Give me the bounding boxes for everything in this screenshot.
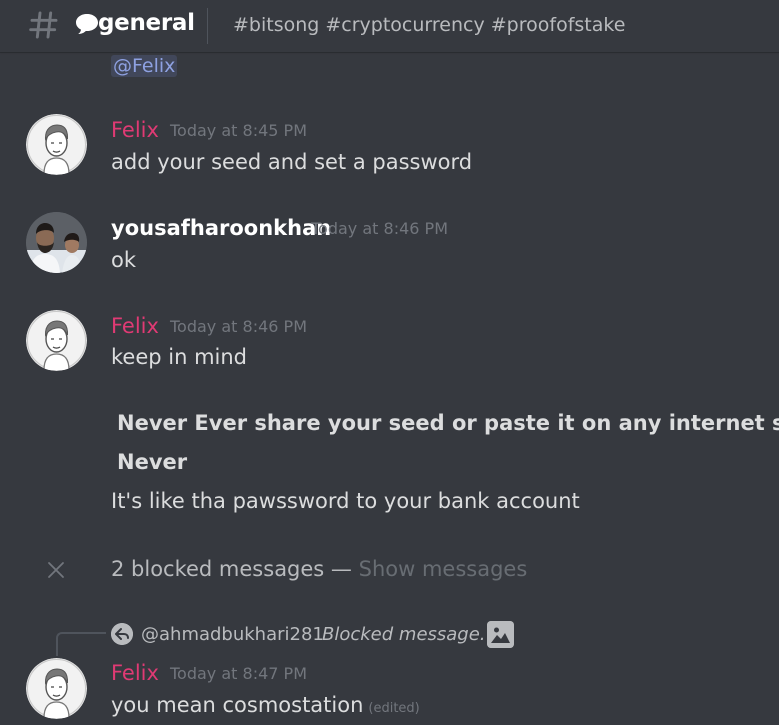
message-timestamp: Today at 8:45 PM xyxy=(170,121,307,140)
close-icon[interactable] xyxy=(47,561,65,579)
message-timestamp: Today at 8:46 PM xyxy=(311,219,448,238)
user-mention[interactable]: @Felix xyxy=(111,55,178,77)
message-text: add your seed and set a password xyxy=(111,150,473,174)
message-text: It's like tha pawssword to your bank acc… xyxy=(111,489,580,513)
message-bold-text: Never Ever share your seed or paste it o… xyxy=(117,411,779,435)
channel-header: general #bitsong #cryptocurrency #proofo… xyxy=(0,0,779,52)
avatar[interactable] xyxy=(26,658,87,719)
blocked-messages-notice: 2 blocked messages — Show messages xyxy=(111,555,527,583)
avatar[interactable] xyxy=(26,212,87,273)
discord-chat-view: general #bitsong #cryptocurrency #proofo… xyxy=(0,0,779,725)
reply-blocked-text[interactable]: Blocked message. xyxy=(322,623,486,647)
avatar[interactable] xyxy=(26,114,87,175)
message-timestamp: Today at 8:46 PM xyxy=(170,317,307,336)
blocked-messages-text: 2 blocked messages — xyxy=(111,557,352,581)
channel-topic[interactable]: #bitsong #cryptocurrency #proofofstake xyxy=(233,14,625,36)
reply-icon xyxy=(111,623,133,645)
message-timestamp: Today at 8:47 PM xyxy=(170,664,307,683)
message-author[interactable]: Felix xyxy=(111,660,159,686)
channel-name: general xyxy=(98,10,195,36)
speech-bubble-icon xyxy=(76,14,98,34)
edited-label: (edited) xyxy=(368,701,420,716)
show-messages-link[interactable]: Show messages xyxy=(359,557,528,581)
header-divider xyxy=(207,8,208,44)
message-text: keep in mind xyxy=(111,345,248,369)
image-icon xyxy=(487,621,514,648)
message-author[interactable]: yousafharoonkhan xyxy=(111,215,331,241)
avatar[interactable] xyxy=(26,310,87,371)
message-text: ok xyxy=(111,248,137,272)
message-body: you mean cosmostation xyxy=(111,693,364,717)
message-author[interactable]: Felix xyxy=(111,313,159,339)
message-author[interactable]: Felix xyxy=(111,117,159,143)
message-text: you mean cosmostation (edited) xyxy=(111,691,420,723)
hashtag-icon xyxy=(29,11,58,39)
reply-username[interactable]: @ahmadbukhari281 xyxy=(141,623,324,647)
reply-spine xyxy=(56,632,106,656)
message-bold-text: Never xyxy=(117,450,188,474)
